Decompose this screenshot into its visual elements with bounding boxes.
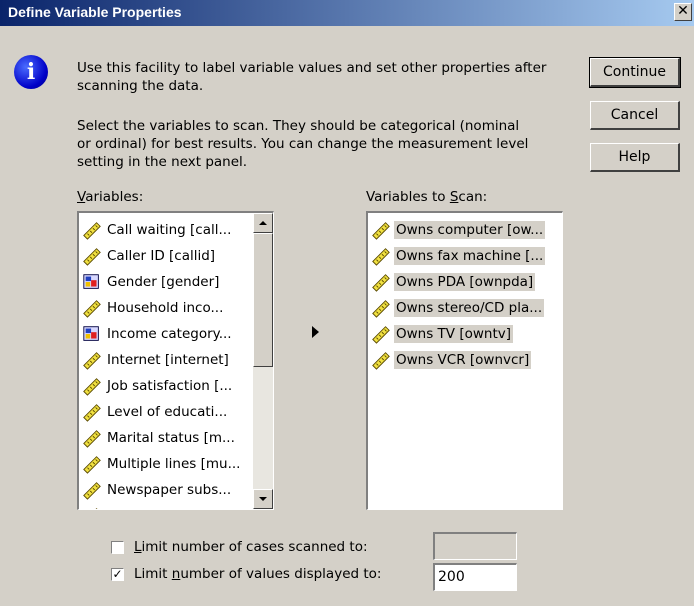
list-item[interactable]: Owns PDA [ownpda] bbox=[368, 269, 560, 295]
list-item[interactable]: Caller ID [callid] bbox=[79, 243, 254, 269]
variables-scrollbar[interactable] bbox=[253, 213, 273, 509]
list-item-label: Owns PDA [ownpda] bbox=[394, 273, 536, 291]
help-button[interactable]: Help bbox=[590, 143, 680, 172]
scale-ruler-icon bbox=[83, 404, 101, 422]
scale-ruler-icon bbox=[83, 352, 101, 370]
cancel-button[interactable]: Cancel bbox=[590, 101, 680, 130]
select-line-3: setting in the next panel. bbox=[77, 154, 248, 170]
window-title: Define Variable Properties bbox=[8, 4, 182, 20]
list-item-label: Newspaper subs... bbox=[107, 482, 232, 498]
limit-cases-field[interactable] bbox=[433, 532, 517, 560]
nominal-blocks-icon bbox=[83, 326, 99, 341]
move-right-arrow-button[interactable] bbox=[308, 325, 322, 339]
list-item[interactable]: Owns TV [owntv] bbox=[368, 321, 560, 347]
intro-line-1: Use this facility to label variable valu… bbox=[77, 60, 547, 76]
scale-ruler-icon bbox=[372, 222, 390, 240]
list-item-label: Owns TV [owntv] bbox=[394, 325, 513, 343]
list-item[interactable]: Number of people... bbox=[79, 503, 254, 509]
scale-ruler-icon bbox=[83, 300, 101, 318]
variables-to-scan-label: Variables to Scan: bbox=[366, 189, 488, 205]
list-item[interactable]: Owns VCR [ownvcr] bbox=[368, 347, 560, 373]
list-item[interactable]: Income category... bbox=[79, 321, 254, 347]
right-arrow-icon bbox=[312, 326, 319, 338]
scale-ruler-icon bbox=[372, 248, 390, 266]
close-button[interactable]: ✕ bbox=[674, 3, 692, 21]
list-item[interactable]: Multiple lines [mu... bbox=[79, 451, 254, 477]
list-item[interactable]: Newspaper subs... bbox=[79, 477, 254, 503]
variables-list[interactable]: Call waiting [call... Caller ID [callid] G… bbox=[77, 211, 274, 510]
variables-to-scan-list[interactable]: Owns computer [ow... Owns fax machine [..… bbox=[366, 211, 563, 510]
list-item[interactable]: Internet [internet] bbox=[79, 347, 254, 373]
list-item[interactable]: Gender [gender] bbox=[79, 269, 254, 295]
list-item[interactable]: Owns stereo/CD pla... bbox=[368, 295, 560, 321]
list-item-label: Multiple lines [mu... bbox=[107, 456, 241, 472]
list-item-label: Number of people... bbox=[105, 507, 243, 509]
list-item-label: Internet [internet] bbox=[107, 352, 229, 368]
list-item[interactable]: Marital status [m... bbox=[79, 425, 254, 451]
scale-ruler-icon bbox=[372, 300, 390, 318]
nominal-blocks-icon bbox=[83, 274, 99, 289]
variables-label: Variables: bbox=[77, 189, 144, 205]
scale-ruler-icon bbox=[83, 482, 101, 500]
list-item[interactable]: Owns computer [ow... bbox=[368, 217, 560, 243]
list-item[interactable]: Household inco... bbox=[79, 295, 254, 321]
list-item-label: Job satisfaction [... bbox=[107, 378, 233, 394]
list-item-label: Gender [gender] bbox=[107, 274, 220, 290]
title-bar: Define Variable Properties ✕ bbox=[0, 0, 694, 26]
continue-button[interactable]: Continue bbox=[589, 57, 681, 88]
list-item-label: Owns stereo/CD pla... bbox=[394, 299, 545, 317]
scale-ruler-icon bbox=[83, 508, 101, 509]
list-item-label: Owns VCR [ownvcr] bbox=[394, 351, 532, 369]
list-item-label: Caller ID [callid] bbox=[107, 248, 216, 264]
list-item-label: Household inco... bbox=[107, 300, 224, 316]
intro-line-2: scanning the data. bbox=[77, 78, 204, 94]
scale-ruler-icon bbox=[372, 274, 390, 292]
up-arrow-icon bbox=[259, 221, 267, 225]
scroll-thumb[interactable] bbox=[253, 233, 273, 367]
select-line-2: or ordinal) for best results. You can ch… bbox=[77, 136, 529, 152]
scroll-down-button[interactable] bbox=[253, 489, 273, 509]
scale-ruler-icon bbox=[83, 248, 101, 266]
list-item-label: Owns computer [ow... bbox=[394, 221, 546, 239]
list-item-label: Level of educati... bbox=[107, 404, 228, 420]
list-item-label: Income category... bbox=[107, 326, 232, 342]
scale-ruler-icon bbox=[372, 352, 390, 370]
list-item[interactable]: Call waiting [call... bbox=[79, 217, 254, 243]
scale-ruler-icon bbox=[372, 326, 390, 344]
limit-cases-label: Limit number of cases scanned to: bbox=[134, 539, 368, 555]
scale-ruler-icon bbox=[83, 430, 101, 448]
list-item-label: Owns fax machine [... bbox=[394, 247, 546, 265]
scale-ruler-icon bbox=[83, 456, 101, 474]
list-item[interactable]: Level of educati... bbox=[79, 399, 254, 425]
select-line-1: Select the variables to scan. They shoul… bbox=[77, 118, 520, 134]
scroll-up-button[interactable] bbox=[253, 213, 273, 233]
info-icon: i bbox=[14, 55, 48, 89]
list-item-label: Marital status [m... bbox=[107, 430, 235, 446]
scale-ruler-icon bbox=[83, 222, 101, 240]
limit-values-field[interactable]: 200 bbox=[433, 563, 517, 591]
scale-ruler-icon bbox=[83, 378, 101, 396]
list-item[interactable]: Job satisfaction [... bbox=[79, 373, 254, 399]
list-item-label: Call waiting [call... bbox=[107, 222, 232, 238]
down-arrow-icon bbox=[259, 497, 267, 501]
list-item[interactable]: Owns fax machine [... bbox=[368, 243, 560, 269]
limit-values-checkbox[interactable]: ✓ bbox=[111, 568, 124, 581]
limit-cases-checkbox[interactable] bbox=[111, 541, 124, 554]
limit-values-label: Limit number of values displayed to: bbox=[134, 566, 382, 582]
